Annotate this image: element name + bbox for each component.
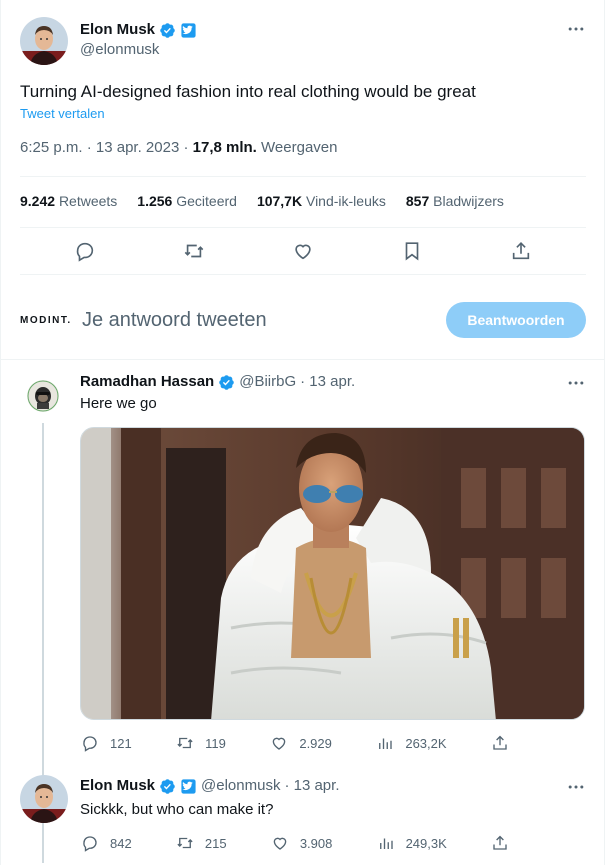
affiliate-badge-icon[interactable]: [180, 778, 197, 795]
reply-input[interactable]: Je antwoord tweeten: [82, 309, 446, 332]
reply2-header: Elon Musk @elonmusk · 13 apr.: [80, 776, 340, 796]
like-icon: [269, 733, 289, 753]
stat-count: 857: [405, 193, 430, 209]
retweet-icon: [175, 733, 195, 753]
main-tweet-header: Elon Musk @elonmusk: [20, 17, 586, 67]
share-icon[interactable]: [502, 232, 540, 270]
affiliate-badge-icon[interactable]: [180, 22, 197, 39]
tweet-page: Elon Musk @elonmusk Turning AI-designed …: [0, 0, 605, 865]
stat-label: Retweets: [58, 193, 118, 209]
reply-button[interactable]: Beantwoorden: [446, 302, 586, 338]
share-icon: [490, 833, 510, 853]
divider: [20, 227, 586, 228]
share-action[interactable]: [490, 733, 510, 753]
tweet-actions: [20, 232, 586, 270]
stat-quotes[interactable]: 1.256 Geciteerd: [137, 191, 237, 211]
views-count[interactable]: 17,8 mln.: [193, 139, 257, 156]
reply-icon: [80, 733, 100, 753]
author-name[interactable]: Ramadhan Hassan: [80, 372, 214, 392]
views-icon: [376, 833, 396, 853]
reply-text: Sickkk, but who can make it?: [80, 801, 274, 818]
views-action[interactable]: 263,2K: [375, 733, 447, 753]
views-label: Weergaven: [261, 139, 338, 156]
more-options-icon[interactable]: [566, 19, 586, 39]
stat-likes[interactable]: 107,7K Vind-ik-leuks: [257, 191, 386, 211]
share-icon: [490, 733, 510, 753]
views-count: 249,3K: [405, 835, 447, 851]
stat-retweets[interactable]: 9.242 Retweets: [20, 191, 117, 211]
retweet-icon[interactable]: [175, 232, 213, 270]
avatar[interactable]: [20, 775, 68, 823]
like-action[interactable]: 2.929: [269, 733, 332, 753]
stat-label: Vind-ik-leuks: [305, 193, 386, 209]
divider: [20, 176, 586, 177]
like-count: 3.908: [299, 835, 333, 851]
tweet-time[interactable]: 6:25 p.m.: [20, 139, 83, 156]
retweet-count: 119: [205, 735, 226, 751]
reply-text: Here we go: [80, 395, 157, 412]
stat-label: Bladwijzers: [433, 193, 504, 209]
reply-icon[interactable]: [66, 232, 104, 270]
tweet-meta: 6:25 p.m. · 13 apr. 2023 · 17,8 mln. Wee…: [20, 138, 337, 158]
section-divider: [1, 359, 605, 360]
reply-action[interactable]: 121: [80, 733, 132, 753]
tweet-date[interactable]: 13 apr. 2023: [96, 139, 179, 156]
reply-date[interactable]: · 13 apr.: [300, 372, 355, 392]
stat-count: 9.242: [20, 193, 56, 209]
retweet-action[interactable]: 215: [175, 833, 227, 853]
author-handle[interactable]: @elonmusk: [201, 776, 280, 796]
reply1-header: Ramadhan Hassan @BiirbG · 13 apr.: [80, 372, 355, 392]
reply1-actions: 121 119 2.929 263,2K: [80, 733, 510, 753]
stat-label: Geciteerd: [176, 193, 237, 209]
avatar[interactable]: [20, 17, 68, 65]
like-count: 2.929: [299, 735, 332, 751]
views-action[interactable]: 249,3K: [376, 833, 447, 853]
author-name[interactable]: Elon Musk: [80, 776, 155, 796]
author-name-row: Elon Musk: [80, 20, 197, 40]
retweet-icon: [175, 833, 195, 853]
more-options-icon[interactable]: [566, 373, 586, 393]
stat-count: 107,7K: [256, 193, 303, 209]
verified-badge-icon[interactable]: [159, 22, 176, 39]
reply-count: 121: [110, 735, 132, 751]
reply-date[interactable]: · 13 apr.: [284, 776, 339, 796]
author-names: Elon Musk @elonmusk: [80, 20, 197, 60]
reply-composer: MODINT. Je antwoord tweeten Beantwoorden: [20, 296, 586, 344]
meta-separator: ·: [86, 139, 96, 156]
author-name[interactable]: Elon Musk: [80, 20, 155, 40]
reply2-actions: 842 215 3.908 249,3K: [80, 833, 510, 853]
reply-icon: [80, 833, 100, 853]
stat-bookmarks[interactable]: 857 Bladwijzers: [406, 191, 504, 211]
reply-photo[interactable]: [80, 427, 585, 720]
meta-separator: ·: [183, 139, 193, 156]
retweet-action[interactable]: 119: [175, 733, 226, 753]
share-action[interactable]: [490, 833, 510, 853]
bookmark-icon[interactable]: [393, 232, 431, 270]
author-handle[interactable]: @elonmusk: [80, 40, 197, 60]
stat-count: 1.256: [137, 193, 173, 209]
composer-avatar-logo[interactable]: MODINT.: [20, 315, 82, 326]
reply-action[interactable]: 842: [80, 833, 132, 853]
divider: [20, 274, 586, 275]
like-icon: [270, 833, 290, 853]
like-icon[interactable]: [284, 232, 322, 270]
like-action[interactable]: 3.908: [270, 833, 333, 853]
translate-tweet-link[interactable]: Tweet vertalen: [20, 106, 105, 122]
views-icon: [375, 733, 395, 753]
author-handle[interactable]: @BiirbG: [239, 372, 296, 392]
verified-badge-icon[interactable]: [218, 374, 235, 391]
avatar[interactable]: [27, 380, 59, 412]
reply-count: 842: [110, 835, 132, 851]
views-count: 263,2K: [405, 735, 447, 751]
verified-badge-icon[interactable]: [159, 778, 176, 795]
more-options-icon[interactable]: [566, 777, 586, 797]
retweet-count: 215: [204, 835, 227, 851]
tweet-text: Turning AI-designed fashion into real cl…: [20, 82, 476, 101]
tweet-stats: 9.242 Retweets 1.256 Geciteerd 107,7K Vi…: [20, 191, 504, 211]
